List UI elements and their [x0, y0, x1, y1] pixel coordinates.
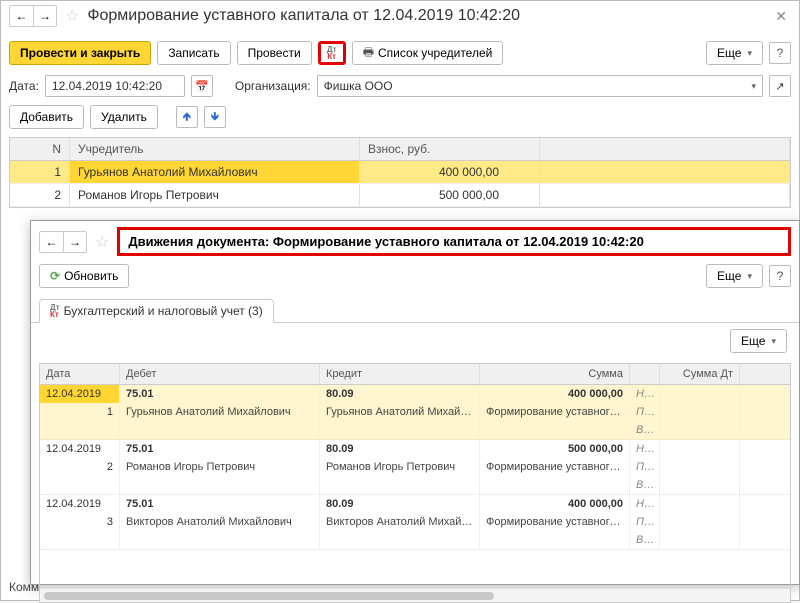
inner-nav-back-button[interactable]: ←: [39, 231, 63, 253]
horizontal-scrollbar[interactable]: [40, 588, 790, 602]
refresh-icon: ⟳: [50, 269, 60, 283]
calendar-button[interactable]: 📅: [191, 75, 213, 97]
mv-col-sum: Сумма: [480, 364, 630, 384]
open-org-button[interactable]: ↗: [769, 75, 791, 97]
nav-forward-button[interactable]: →: [33, 5, 57, 27]
col-n: N: [10, 138, 70, 160]
dt-kt-icon: ДтКт: [50, 304, 60, 318]
movement-entry[interactable]: 12.04.201975.0180.09500 000,00НУ:2Романо…: [40, 440, 790, 495]
date-label: Дата:: [9, 79, 39, 93]
more-button[interactable]: Еще ▾: [706, 41, 763, 65]
post-button[interactable]: Провести: [237, 41, 312, 65]
nav-back-button[interactable]: ←: [9, 5, 33, 27]
help-button[interactable]: ?: [769, 42, 791, 64]
col-amount: Взнос, руб.: [360, 138, 540, 160]
organization-field[interactable]: Фишка ООО ▾: [317, 75, 763, 97]
move-up-button[interactable]: 🡹: [176, 106, 198, 128]
grid-more-button[interactable]: Еще ▾: [730, 329, 787, 353]
inner-help-button[interactable]: ?: [769, 265, 791, 287]
founders-list-button[interactable]: 🖶 Список учредителей: [352, 41, 504, 65]
favorite-icon[interactable]: ☆: [61, 6, 83, 26]
movements-grid: Дата Дебет Кредит Сумма Сумма Дт 12.04.2…: [39, 363, 791, 603]
mv-col-credit: Кредит: [320, 364, 480, 384]
dt-kt-icon: ДтКт: [327, 46, 337, 60]
delete-row-button[interactable]: Удалить: [90, 105, 158, 129]
window-title: Формирование уставного капитала от 12.04…: [87, 7, 767, 25]
founders-grid: N Учредитель Взнос, руб. 1Гурьянов Анато…: [9, 137, 791, 208]
chevron-down-icon: ▾: [747, 271, 752, 282]
date-field[interactable]: 12.04.2019 10:42:20: [45, 75, 185, 97]
inner-more-button[interactable]: Еще ▾: [706, 264, 763, 288]
tab-accounting[interactable]: ДтКт Бухгалтерский и налоговый учет (3): [39, 299, 274, 323]
save-button[interactable]: Записать: [157, 41, 230, 65]
inner-favorite-icon[interactable]: ☆: [91, 232, 113, 252]
more-label: Еще: [717, 46, 741, 60]
move-down-button[interactable]: 🡻: [204, 106, 226, 128]
mv-col-date: Дата: [40, 364, 120, 384]
chevron-down-icon: ▾: [751, 81, 756, 92]
post-and-close-button[interactable]: Провести и закрыть: [9, 41, 151, 65]
refresh-button[interactable]: ⟳ Обновить: [39, 264, 129, 288]
dt-kt-button[interactable]: ДтКт: [318, 41, 346, 65]
movement-entry[interactable]: 12.04.201975.0180.09400 000,00НУ:1Гурьян…: [40, 385, 790, 440]
col-founder: Учредитель: [70, 138, 360, 160]
mv-col-sumdt: Сумма Дт: [660, 364, 740, 384]
inner-nav-forward-button[interactable]: →: [63, 231, 87, 253]
table-row[interactable]: 2Романов Игорь Петрович500 000,00: [10, 184, 790, 207]
close-icon[interactable]: ✕: [771, 8, 791, 25]
mv-col-debit: Дебет: [120, 364, 320, 384]
scroll-thumb[interactable]: [44, 592, 494, 600]
print-icon: 🖶: [363, 43, 374, 64]
add-row-button[interactable]: Добавить: [9, 105, 84, 129]
movements-title: Движения документа: Формирование уставно…: [117, 227, 791, 256]
movements-window: ← → ☆ Движения документа: Формирование у…: [30, 220, 800, 585]
tab-label: Бухгалтерский и налоговый учет (3): [64, 304, 263, 318]
chevron-down-icon: ▾: [771, 336, 776, 347]
chevron-down-icon: ▾: [747, 48, 752, 59]
founders-list-label: Список учредителей: [378, 46, 492, 60]
org-label: Организация:: [235, 79, 311, 93]
table-row[interactable]: 1Гурьянов Анатолий Михайлович400 000,00: [10, 161, 790, 184]
movement-entry[interactable]: 12.04.201975.0180.09400 000,00НУ:3Виктор…: [40, 495, 790, 550]
refresh-label: Обновить: [64, 269, 118, 283]
